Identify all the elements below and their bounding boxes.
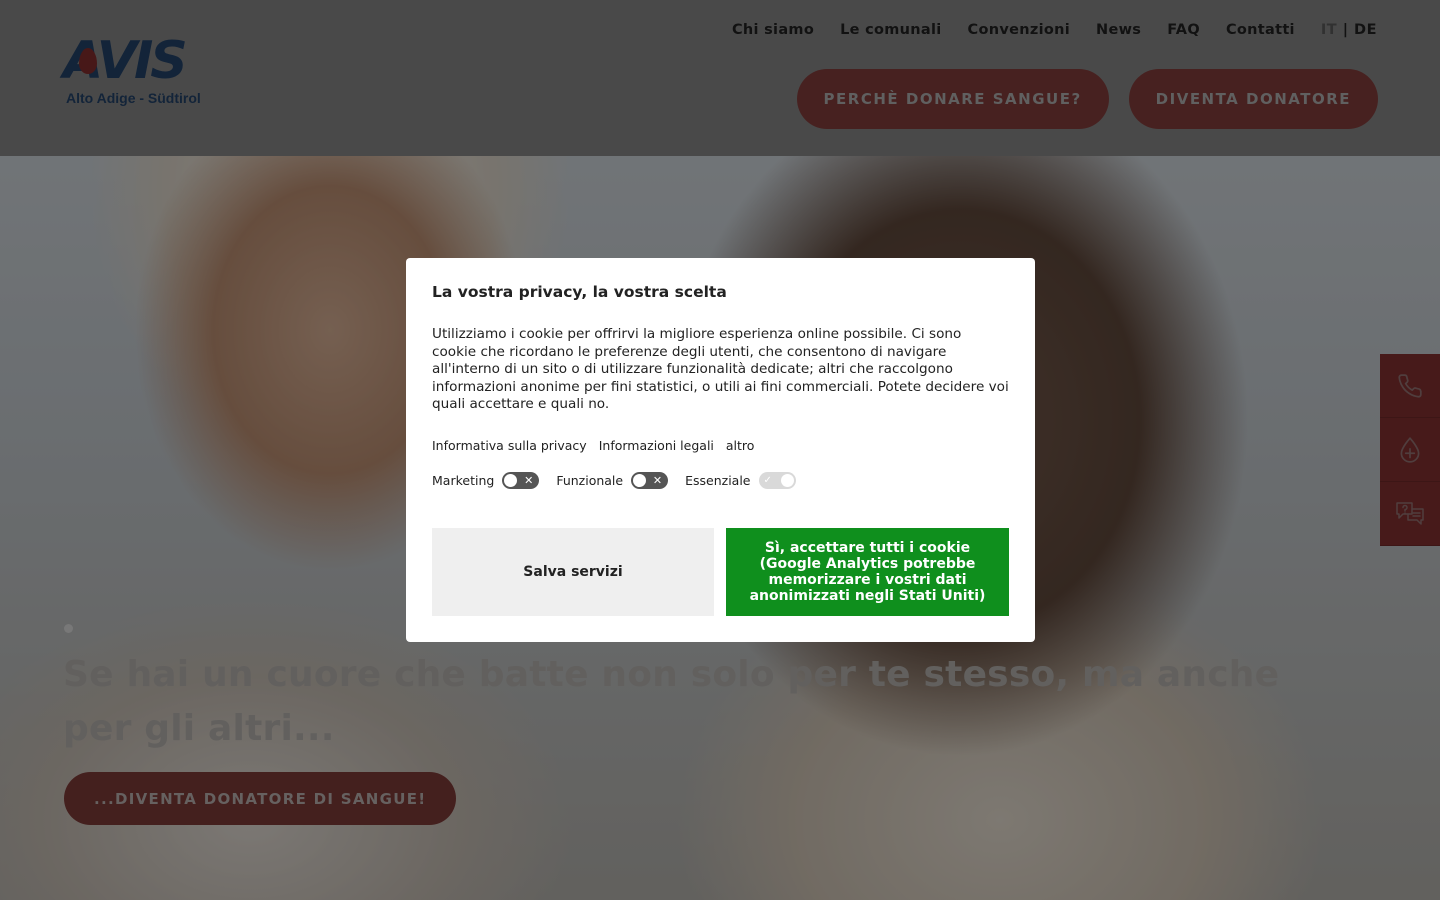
more-link[interactable]: altro [726,438,755,453]
cookie-dialog-actions: Salva servizi Sì, accettare tutti i cook… [432,528,1009,616]
close-icon: ✕ [524,473,534,487]
accept-all-cookies-button[interactable]: Sì, accettare tutti i cookie (Google Ana… [726,528,1009,616]
toggle-funzionale-label: Funzionale [556,472,624,488]
cookie-dialog-text: Utilizziamo i cookie per offrirvi la mig… [432,326,1009,412]
essential-switch: ✓ [758,471,796,489]
toggle-marketing: Marketing ✕ [432,471,540,489]
toggle-funzionale: Funzionale ✕ [556,471,669,489]
save-services-button[interactable]: Salva servizi [432,528,714,616]
cookie-dialog-links: Informativa sulla privacy Informazioni l… [432,438,1009,453]
cookie-dialog-title: La vostra privacy, la vostra scelta [432,283,727,301]
marketing-switch[interactable]: ✕ [502,471,540,489]
cookie-consent-dialog: La vostra privacy, la vostra scelta Util… [406,258,1035,642]
toggle-marketing-label: Marketing [432,472,495,488]
cookie-category-toggles: Marketing ✕ Funzionale ✕ Essenziale ✓ [432,471,1009,489]
check-icon: ✓ [763,474,772,486]
close-icon: ✕ [652,473,663,487]
privacy-policy-link[interactable]: Informativa sulla privacy [432,438,587,453]
legal-info-link[interactable]: Informazioni legali [599,438,714,453]
functional-switch[interactable]: ✕ [631,471,669,489]
toggle-essenziale-label: Essenziale [685,472,751,488]
toggle-essenziale: Essenziale ✓ [685,471,796,489]
